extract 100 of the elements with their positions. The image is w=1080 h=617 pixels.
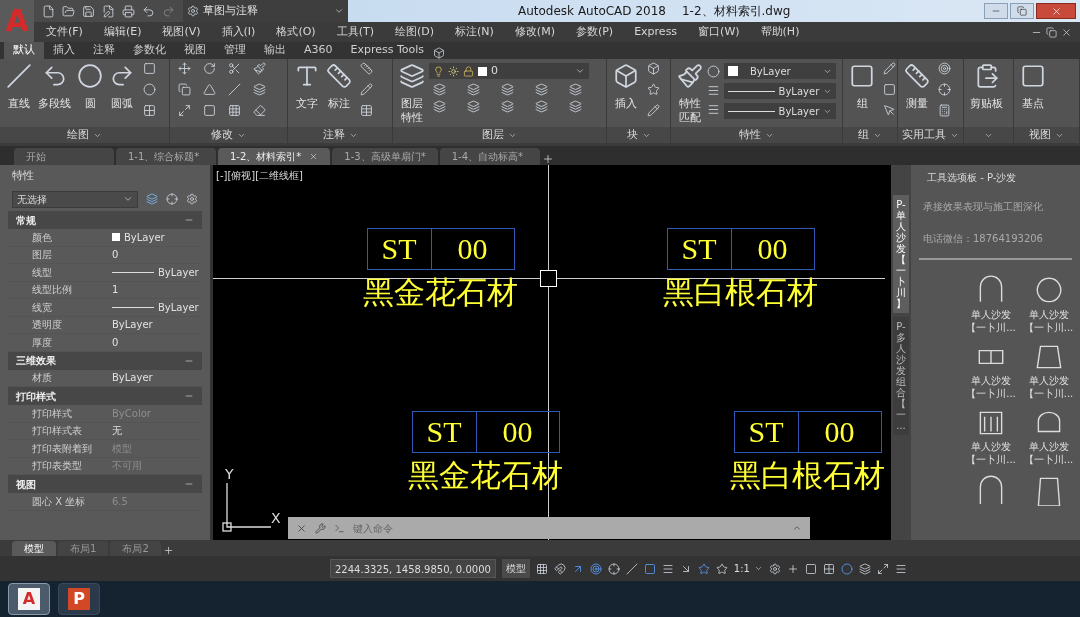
document-tab[interactable]: 1-1、综合标题* <box>116 148 216 165</box>
ribbon-button[interactable]: 基点 <box>1018 59 1048 111</box>
layers-icon[interactable] <box>858 562 871 575</box>
document-tab[interactable]: 开始 <box>14 148 114 165</box>
layer-icon[interactable] <box>467 83 480 96</box>
close-icon[interactable] <box>296 522 307 534</box>
stretch-icon[interactable] <box>178 104 191 117</box>
layer-icon[interactable] <box>569 100 582 113</box>
pencil-icon[interactable] <box>647 104 660 117</box>
ribbon-button[interactable]: 多段线 <box>36 59 73 111</box>
layer-icon[interactable] <box>501 83 514 96</box>
property-dropdown[interactable]: ByLayer <box>724 103 836 119</box>
property-dropdown[interactable]: ByLayer <box>724 83 836 99</box>
brush-icon[interactable] <box>253 62 266 75</box>
viewport-label[interactable]: [-][俯视][二维线框] <box>216 168 304 183</box>
ribbon-button[interactable]: 文字 <box>292 59 322 111</box>
plus-icon[interactable] <box>786 562 799 575</box>
redo-icon[interactable] <box>162 4 175 18</box>
document-tab[interactable]: 1-4、自动标高* <box>439 148 540 165</box>
section-header[interactable]: 视图 <box>8 475 202 493</box>
undo-icon[interactable] <box>142 4 155 18</box>
layer-icon[interactable] <box>433 83 446 96</box>
menu-item[interactable]: 格式(O) <box>276 23 316 41</box>
menu-icon[interactable] <box>894 562 907 575</box>
panel-title[interactable]: 修改 <box>170 127 287 143</box>
dimension-icon[interactable] <box>360 62 373 75</box>
menu-item[interactable]: 绘图(D) <box>394 23 435 41</box>
wrench-icon[interactable] <box>315 522 326 534</box>
star-icon[interactable] <box>647 83 660 96</box>
ribbon-button[interactable]: 标注 <box>324 59 354 111</box>
panel-title[interactable]: 视图 <box>1014 127 1079 143</box>
crosshair-icon[interactable] <box>938 83 951 96</box>
ribbon-button[interactable]: 插入 <box>611 59 641 111</box>
ribbon-tab[interactable]: Express Tools <box>341 42 434 59</box>
menu-item[interactable]: 参数(P) <box>575 23 614 41</box>
menu-item[interactable]: 修改(M) <box>514 23 555 41</box>
linetype-icon[interactable] <box>707 103 720 116</box>
layer-icon[interactable] <box>535 100 548 113</box>
stack-icon[interactable] <box>253 83 266 96</box>
grid-icon[interactable] <box>535 562 548 575</box>
new-tab-icon[interactable] <box>541 153 554 165</box>
menu-item[interactable]: 视图(V) <box>162 23 201 41</box>
pointer-icon[interactable] <box>883 104 896 117</box>
add-layout-icon[interactable] <box>162 545 174 556</box>
trim-icon[interactable] <box>228 62 241 75</box>
menu-item[interactable]: Express <box>634 23 678 41</box>
rectangle-icon[interactable] <box>143 62 156 75</box>
ribbon-tab[interactable]: 默认 <box>4 42 44 59</box>
close-button[interactable] <box>1036 3 1076 19</box>
ribbon-button[interactable]: 图层特性 <box>397 59 427 125</box>
restore-button[interactable] <box>1010 3 1034 19</box>
calculator-icon[interactable] <box>938 104 951 117</box>
layer-icon[interactable] <box>535 83 548 96</box>
taskbar-app-button[interactable]: A <box>8 583 50 615</box>
document-tab[interactable]: 1-2、材料索引* <box>218 148 331 165</box>
menu-item[interactable]: 标注(N) <box>455 23 494 41</box>
section-header[interactable]: 常规 <box>8 211 202 229</box>
layer-icon[interactable] <box>433 100 446 113</box>
open-folder-icon[interactable] <box>62 4 75 18</box>
menu-item[interactable]: 帮助(H) <box>760 23 800 41</box>
ribbon-button[interactable]: 测量 <box>902 59 932 111</box>
ribbon-tab[interactable]: 视图 <box>175 42 215 59</box>
menu-item[interactable]: 工具(T) <box>336 23 374 41</box>
ribbon-button[interactable]: 组 <box>847 59 877 111</box>
panel-toggle-icon[interactable] <box>433 47 446 59</box>
copy-icon[interactable] <box>178 83 191 96</box>
ribbon-tab[interactable]: 插入 <box>44 42 84 59</box>
document-tab[interactable]: 1-3、高级单扇门* <box>332 148 438 165</box>
layout-tab[interactable]: 布局1 <box>58 541 109 556</box>
snap-icon[interactable] <box>553 562 566 575</box>
menu-item[interactable]: 插入(I) <box>221 23 256 41</box>
command-input[interactable]: 键入命令 <box>353 520 784 536</box>
pencil-icon[interactable] <box>883 62 896 75</box>
layer-dropdown[interactable]: 0 <box>429 63 589 79</box>
save-as-icon[interactable] <box>102 4 115 18</box>
palette-tab[interactable]: P-单人沙发【一卜川】 <box>893 195 909 313</box>
lineweight-icon[interactable] <box>661 562 674 575</box>
restore-icon[interactable] <box>1046 26 1057 38</box>
settings-icon[interactable] <box>768 562 781 575</box>
panel-title[interactable]: 实用工具 <box>898 127 963 143</box>
panel-title[interactable]: 绘图 <box>0 127 169 143</box>
ribbon-button[interactable]: 圆 <box>75 59 105 111</box>
menu-item[interactable]: 文件(F) <box>46 23 83 41</box>
new-file-icon[interactable] <box>42 4 55 18</box>
terminal-icon[interactable] <box>334 522 345 534</box>
fullscreen-icon[interactable] <box>876 562 889 575</box>
layout-tab[interactable]: 布局2 <box>110 541 161 556</box>
ribbon-tab[interactable]: 管理 <box>215 42 255 59</box>
layer-icon[interactable] <box>467 100 480 113</box>
taskbar-app-button[interactable]: P <box>58 583 100 615</box>
layer-icon[interactable] <box>501 100 514 113</box>
menu-item[interactable]: 编辑(E) <box>103 23 142 41</box>
ribbon-tab[interactable]: 参数化 <box>124 42 175 59</box>
panel-title[interactable]: 注释 <box>288 127 392 143</box>
ribbon-button[interactable]: 剪贴板 <box>968 59 1005 111</box>
model-space-button[interactable]: 模型 <box>501 559 530 578</box>
panel-title[interactable]: 特性 <box>671 127 842 143</box>
table-icon[interactable] <box>360 104 373 117</box>
move-icon[interactable] <box>178 62 191 75</box>
eraser-icon[interactable] <box>253 104 266 117</box>
